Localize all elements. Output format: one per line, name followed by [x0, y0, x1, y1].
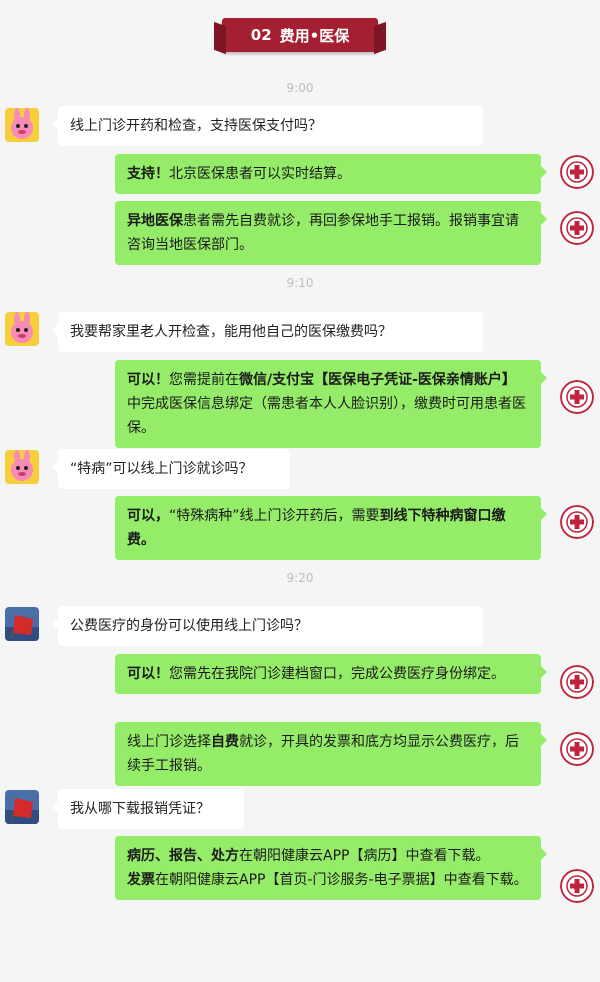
message-text: 您需先在我院门诊建档窗口，完成公费医疗身份绑定。	[169, 666, 505, 682]
message-text: 您需提前在	[169, 372, 239, 388]
message-text: 我从哪下载报销凭证？	[70, 801, 210, 817]
message-in[interactable]: 我从哪下载报销凭证？	[52, 789, 244, 829]
red-flag-avatar[interactable]	[5, 790, 39, 824]
message-text: 线上门诊开药和检查，支持医保支付吗？	[70, 118, 322, 134]
message-text: 公费医疗的身份可以使用线上门诊吗？	[70, 618, 308, 634]
message-text: 线上门诊选择	[127, 734, 211, 750]
chat-screen: 02 费用•医保 9:00 线上门诊开药和检查，支持医保支付吗？ 支持！北京医保…	[0, 0, 600, 982]
red-flag-avatar[interactable]	[5, 607, 39, 641]
section-banner: 02 费用•医保	[222, 18, 378, 52]
message-bold: 异地医保	[127, 213, 183, 229]
timestamp: 9:10	[286, 276, 314, 290]
message-bold: 病历、报告、处方	[127, 848, 239, 864]
message-in[interactable]: 我要帮家里老人开检查，能用他自己的医保缴费吗？	[52, 312, 483, 352]
message-text: “特病”可以线上门诊就诊吗？	[70, 461, 253, 477]
message-bold: 支持！	[127, 166, 169, 182]
hospital-logo-icon[interactable]	[560, 211, 594, 245]
hospital-logo-icon[interactable]	[560, 732, 594, 766]
message-text: 我要帮家里老人开检查，能用他自己的医保缴费吗？	[70, 324, 392, 340]
message-text: 患者需先自费就诊，再回参保地手工报销。报销事宜请咨询当地医保部门。	[127, 213, 519, 253]
timestamp: 9:20	[286, 571, 314, 585]
message-out[interactable]: 病历、报告、处方在朝阳健康云APP【病历】中查看下载。发票在朝阳健康云APP【首…	[115, 836, 547, 900]
hospital-logo-icon[interactable]	[560, 380, 594, 414]
message-in[interactable]: “特病”可以线上门诊就诊吗？	[52, 449, 290, 489]
message-out[interactable]: 支持！北京医保患者可以实时结算。	[115, 154, 547, 194]
rabbit-avatar[interactable]	[5, 450, 39, 484]
message-text: “特殊病种”线上门诊开药后，需要	[169, 508, 380, 524]
hospital-logo-icon[interactable]	[560, 505, 594, 539]
rabbit-avatar[interactable]	[5, 108, 39, 142]
hospital-logo-icon[interactable]	[560, 665, 594, 699]
message-bold: 发票	[127, 872, 155, 888]
message-out[interactable]: 线上门诊选择自费就诊，开具的发票和底方均显示公费医疗，后续手工报销。	[115, 722, 547, 786]
message-text: 在朝阳健康云APP【首页-门诊服务-电子票据】中查看下载。	[155, 872, 528, 888]
message-in[interactable]: 公费医疗的身份可以使用线上门诊吗？	[52, 606, 483, 646]
message-in[interactable]: 线上门诊开药和检查，支持医保支付吗？	[52, 106, 483, 146]
message-out[interactable]: 可以！您需提前在微信/支付宝【医保电子凭证-医保亲情账户】中完成医保信息绑定（需…	[115, 360, 547, 448]
message-out[interactable]: 可以！您需先在我院门诊建档窗口，完成公费医疗身份绑定。	[115, 654, 547, 694]
message-bold: 可以，	[127, 508, 169, 524]
rabbit-avatar[interactable]	[5, 312, 39, 346]
message-out[interactable]: 异地医保患者需先自费就诊，再回参保地手工报销。报销事宜请咨询当地医保部门。	[115, 201, 547, 265]
banner-number: 02	[250, 26, 272, 44]
message-text: 在朝阳健康云APP【病历】中查看下载。	[239, 848, 490, 864]
banner-title: 费用•医保	[279, 26, 350, 45]
hospital-logo-icon[interactable]	[560, 155, 594, 189]
message-text: 北京医保患者可以实时结算。	[169, 166, 351, 182]
timestamp: 9:00	[286, 81, 314, 95]
hospital-logo-icon[interactable]	[560, 869, 594, 903]
message-out[interactable]: 可以，“特殊病种”线上门诊开药后，需要到线下特种病窗口缴费。	[115, 496, 547, 560]
message-bold: 可以！	[127, 372, 169, 388]
message-bold: 可以！	[127, 666, 169, 682]
message-bold: 微信/支付宝【医保电子凭证-医保亲情账户】	[239, 372, 516, 388]
message-bold: 自费	[211, 734, 239, 750]
message-text: 中完成医保信息绑定（需患者本人人脸识别），缴费时可用患者医保。	[127, 396, 526, 436]
